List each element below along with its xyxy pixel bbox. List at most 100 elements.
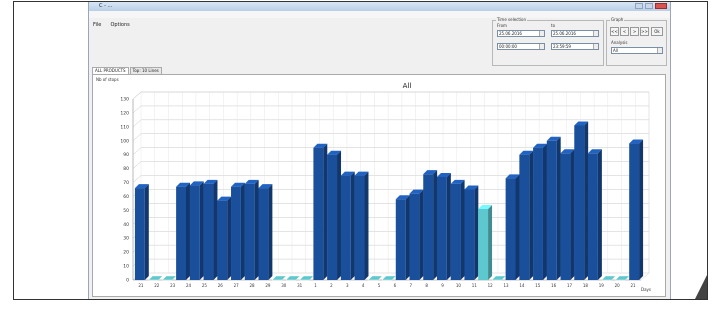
to-time-value: 23:59:59 [553, 44, 571, 49]
y-tick-label: 20 [123, 250, 129, 256]
graph-controls-caption: Graph [610, 17, 625, 22]
bar-side [419, 189, 424, 280]
bar-side [364, 171, 369, 280]
window-title: C - ... [99, 3, 113, 9]
screenshot-frame: C - ... File Options Time selection From… [13, 1, 708, 300]
y-tick-label: 120 [120, 110, 129, 116]
x-tick-label: 4 [362, 283, 365, 288]
y-tick-label: 60 [123, 194, 129, 200]
menu-file[interactable]: File [93, 22, 101, 28]
time-selection-caption: Time selection [496, 17, 528, 22]
bar [409, 193, 420, 280]
bar [464, 189, 475, 280]
ok-button[interactable]: Ok [651, 27, 663, 36]
y-tick-label: 70 [123, 180, 129, 186]
x-tick-label: 22 [154, 283, 160, 288]
to-date-field[interactable]: 25.06.2016 [551, 30, 599, 37]
bar [505, 178, 516, 280]
bar [134, 188, 145, 280]
tab-top-lines[interactable]: Top: 10 Lines [129, 67, 162, 74]
tab-all-products[interactable]: ALL PRODUCTS [92, 67, 129, 74]
x-tick-label: 28 [250, 283, 256, 288]
bar [176, 186, 186, 280]
bar-side [556, 136, 561, 280]
x-tick-label: 23 [170, 283, 176, 288]
bar [574, 125, 585, 280]
to-date-spin-icon[interactable] [593, 31, 598, 36]
y-tick-label: 130 [120, 97, 129, 103]
bar-side [597, 149, 602, 280]
close-button[interactable] [655, 3, 667, 9]
x-tick-label: 29 [265, 283, 271, 288]
x-tick-label: 21 [138, 283, 144, 288]
y-tick-label: 40 [123, 222, 129, 228]
analysis-select[interactable]: All [611, 47, 663, 54]
application-window: C - ... File Options Time selection From… [88, 2, 671, 299]
bar [629, 143, 640, 280]
bar [327, 154, 338, 280]
bar-side [199, 181, 204, 280]
bar-side [542, 143, 547, 280]
x-tick-label: 24 [186, 283, 192, 288]
bar [231, 186, 241, 280]
bar-side [474, 185, 479, 280]
maximize-button[interactable] [645, 3, 653, 9]
bar-side [144, 184, 149, 280]
bar [546, 140, 557, 280]
to-time-spin-icon[interactable] [593, 44, 598, 49]
bar [189, 185, 200, 280]
from-time-value: 00:00:00 [499, 44, 517, 49]
last-button[interactable]: >> [640, 27, 649, 36]
from-date-field[interactable]: 25.06.2016 [497, 30, 545, 37]
minimize-button[interactable] [635, 3, 643, 9]
bar [244, 183, 255, 280]
next-button[interactable]: > [630, 27, 639, 36]
bar-side [515, 174, 520, 280]
bar-side [227, 196, 232, 280]
from-date-spin-icon[interactable] [539, 31, 544, 36]
bar [217, 200, 228, 280]
bar [588, 153, 598, 280]
x-tick-label: 1 [314, 283, 317, 288]
x-tick-label: 25 [202, 283, 208, 288]
y-tick-label: 10 [123, 264, 129, 270]
bar [478, 208, 489, 280]
y-tick-label: 0 [126, 278, 129, 284]
bar [450, 183, 461, 280]
to-date-value: 25.06.2016 [553, 31, 576, 36]
x-tick-label: 17 [567, 283, 573, 288]
bar-side [460, 179, 465, 280]
x-tick-label: 14 [519, 283, 525, 288]
bar-side [488, 204, 493, 280]
from-time-spin-icon[interactable] [539, 44, 544, 49]
chevron-down-icon[interactable] [657, 48, 662, 53]
chart-panel: Nb of stops 0 10 20 30 40 50 60 70 80 90 100 110 120… [92, 74, 666, 297]
x-tick-label: 9 [441, 283, 444, 288]
bar-side [639, 139, 644, 280]
x-tick-label: 15 [535, 283, 541, 288]
bar-side [405, 195, 410, 280]
bar-chart: 0102030405060708090100110120130AllDays21… [120, 82, 651, 292]
from-time-field[interactable]: 00:00:00 [497, 43, 545, 50]
corner-decoration [695, 275, 707, 299]
x-tick-label: 18 [583, 283, 589, 288]
to-time-field[interactable]: 23:59:59 [551, 43, 599, 50]
x-tick-label: 6 [394, 283, 397, 288]
bar-side [185, 182, 190, 280]
menu-options[interactable]: Options [110, 22, 129, 28]
analysis-select-value: All [613, 48, 618, 53]
first-button[interactable]: << [610, 27, 619, 36]
prev-button[interactable]: < [620, 27, 629, 36]
bar-side [240, 182, 245, 280]
x-tick-label: 11 [472, 283, 478, 288]
time-selection-group: Time selection From to 25.06.2016 25.06.… [492, 17, 604, 66]
x-tick-label: 16 [551, 283, 557, 288]
x-tick-label: 12 [488, 283, 494, 288]
x-tick-label: 31 [297, 283, 303, 288]
title-bar: C - ... [89, 2, 670, 11]
x-tick-label: 13 [504, 283, 510, 288]
from-date-value: 25.06.2016 [499, 31, 522, 36]
bar [203, 183, 214, 280]
bar [519, 154, 530, 280]
bar [340, 175, 351, 280]
